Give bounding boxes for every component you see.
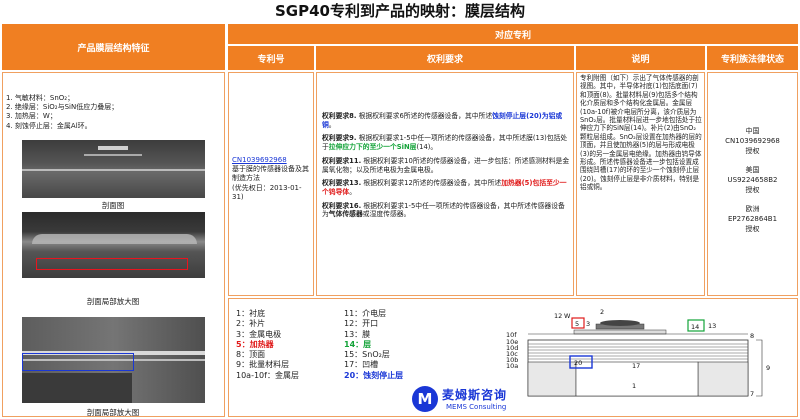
sem-partial-image-2 [22,317,205,403]
claim-tail: 。 [328,120,336,129]
claim-item: 权利要求16. 根据权利要求1-5中任一项所述的传感器设备，其中所述传感器设备为… [322,202,570,219]
legend-item: 2：补片 [236,319,266,329]
status-item: 美国 US9224658B2 授权 [709,165,796,195]
sem-partial-image-1 [22,212,205,278]
claim-tail: (14)。 [416,143,438,152]
drawing-label-10a: 10a [506,362,518,370]
header-patent-group: 对应专利 [228,24,798,44]
header-description: 说明 [576,46,705,70]
description-text: 专利附图（如下）示出了气体传感器的剖视图。其中，半导体衬底(1)包括底面(7)和… [580,74,702,192]
claim-label: 权利要求13. [322,179,362,188]
legend-item: 9：批量材料层 [236,360,290,370]
patent-number-link[interactable]: CN1039692968 [232,156,312,165]
patent-info: CN1039692968 基于膜的传感器设备及其制造方法 (优先权日：2013-… [232,156,312,202]
caption-partial-2: 剖面局部放大图 [86,408,140,417]
drawing-label-7: 7 [750,390,754,398]
logo-name-en: MEMS Consulting [446,403,507,411]
header-product-features: 产品膜层结构特征 [2,24,225,70]
legend-left: 1：衬底 2：补片 3：金属电极 5：加热器 8：顶面 9：批量材料层 10a-… [236,309,299,381]
claim-text: 根据权利要求12所述的传感器设备，其中所述 [361,179,502,188]
col-status-label: 专利族法律状态 [720,54,784,65]
feature-item: 4. 刻蚀停止层：金属Al环。 [6,121,92,130]
caption-cross-section: 剖面图 [101,201,125,210]
status-state: 授权 [745,147,760,155]
drawing-label-2: 2 [600,308,604,316]
drawing-label-20: 20 [574,359,582,367]
patent-title: 基于膜的传感器设备及其制造方法 [232,165,309,183]
claim-tail: 。 [349,187,356,196]
logo-mark-icon: M [412,386,438,412]
drawing-label-9: 9 [766,364,770,372]
claim-item: 权利要求11. 根据权利要求10所述的传感器设备，进一步包括：所述感测材料是金属… [322,157,570,174]
legend-item: 13：膜 [344,329,371,339]
header-group-label: 对应专利 [494,30,531,41]
drawing-label-8: 8 [750,332,754,340]
legend-item: 12：开口 [344,319,379,329]
status-region: 欧洲 [745,205,760,213]
feature-item: 1. 气敏材料：SnO₂； [6,94,75,102]
status-item: 欧洲 EP2762864B1 授权 [709,204,796,234]
patent-cross-section-drawing: 10f 10e 10d 10c 10b 10a 12 W 2 5 3 14 13… [506,308,770,398]
sem-cross-section-image [22,140,205,198]
claim-label: 权利要求8. [322,112,357,120]
drawing-label-w: W [564,312,571,320]
header-claims: 权利要求 [316,46,574,70]
legend-item: 15：SnO₂层 [344,350,390,360]
claim-item: 权利要求13. 根据权利要求12所述的传感器设备，其中所述加热器(5)包括至少一… [322,179,570,196]
claim-label: 权利要求9. [322,134,357,143]
col-desc-label: 说明 [631,54,650,65]
legend-item: 3：金属电极 [236,329,282,339]
feature-list: 1. 气敏材料：SnO₂； 2. 绝缘层：SiO₂与SiN低应力叠层； 3. 加… [6,94,221,131]
legend-item: 20：蚀刻停止层 [344,370,404,380]
drawing-label-3: 3 [586,320,590,328]
claim-item: 权利要求8. 根据权利要求6所述的传感器设备，其中所述蚀刻停止层(20)为铝或铜… [322,112,570,129]
claims-list: 权利要求8. 根据权利要求6所述的传感器设备，其中所述蚀刻停止层(20)为铝或铜… [322,112,570,224]
status-region: 美国 [745,166,760,174]
legend-right: 11：介电层 12：开口 13：膜 14：层 15：SnO₂层 17：凹槽 20… [344,309,403,381]
legend-item: 1：衬底 [236,309,266,318]
claim-text: 根据权利要求6所述的传感器设备，其中所述 [356,112,493,120]
drawing-label-1: 1 [632,382,636,390]
status-state: 授权 [745,225,760,233]
col-patent-label: 专利号 [257,54,285,65]
status-number: EP2762864B1 [727,215,778,223]
mems-consulting-logo: M 麦姆斯咨询 MEMS Consulting [412,384,542,416]
legend-item: 17：凹槽 [344,360,379,370]
legend-item: 11：介电层 [344,309,387,318]
drawing-label-14: 14 [691,323,699,331]
col-claims-label: 权利要求 [426,54,463,65]
header-patent-number: 专利号 [228,46,314,70]
drawing-label-12: 12 [554,312,562,320]
drawing-label-17: 17 [632,362,640,370]
status-region: 中国 [745,127,760,135]
claim-label: 权利要求11. [322,156,362,165]
legend-item: 5：加热器 [236,339,274,349]
status-number: US9224658B2 [727,176,778,184]
status-list: 中国 CN1039692968 授权 美国 US9224658B2 授权 欧洲 … [709,126,796,234]
header-status: 专利族法律状态 [707,46,798,70]
page-title: SGP40专利到产品的映射：膜层结构 [275,2,525,20]
claim-tail: 或湿度传感器。 [362,210,411,219]
status-state: 授权 [745,186,760,194]
patent-priority: (优先权日：2013-01-31) [232,183,302,201]
header-left-label: 产品膜层结构特征 [77,43,150,54]
legend-item: 8：顶面 [236,350,266,360]
drawing-label-13: 13 [708,322,716,330]
claim-item: 权利要求9. 根据权利要求1-5中任一项所述的传感器设备，其中所述膜(13)包括… [322,134,570,151]
claim-highlight: 气体传感器 [328,210,363,219]
status-number: CN1039692968 [725,137,780,145]
caption-partial-1: 剖面局部放大图 [86,297,140,306]
feature-item: 3. 加热层：W； [6,112,57,121]
legend-item: 10a-10f：金属层 [236,370,299,380]
logo-name-cn: 麦姆斯咨询 [442,388,508,402]
claim-label: 权利要求16. [322,201,362,210]
legend-item: 14：层 [344,339,372,349]
status-item: 中国 CN1039692968 授权 [709,126,796,156]
claim-highlight: 拉伸应力下的至少一个SiN层 [328,143,417,152]
drawing-label-5: 5 [575,320,579,328]
